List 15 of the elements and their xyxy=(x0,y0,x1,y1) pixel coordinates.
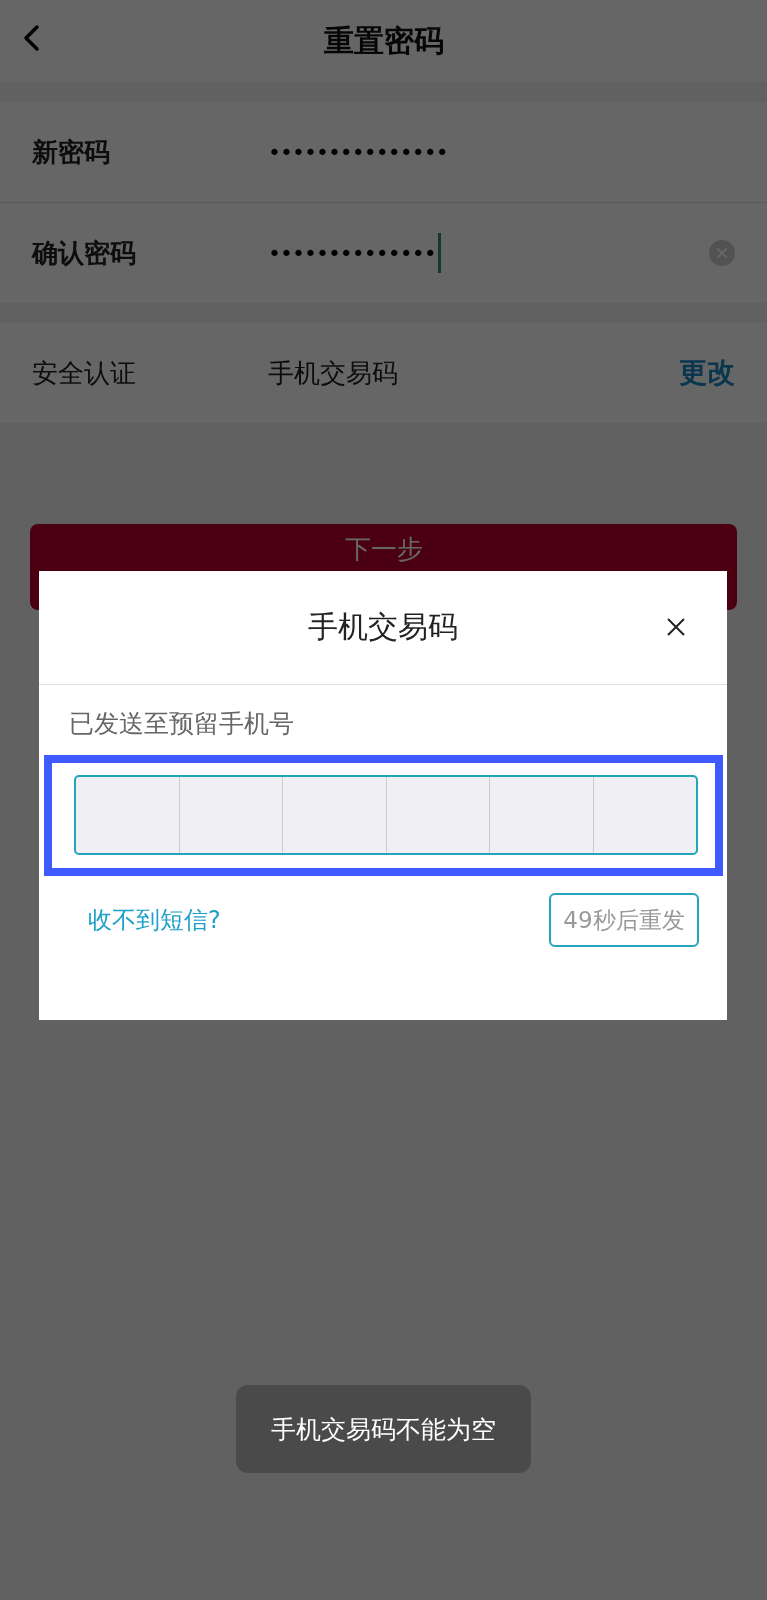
field-label: 确认密码 xyxy=(32,236,137,270)
toast-message: 手机交易码不能为空 xyxy=(236,1385,531,1473)
dialog-title: 手机交易码 xyxy=(308,608,458,646)
password-field[interactable]: •••••••••••••• xyxy=(268,228,709,278)
field-value: 手机交易码 xyxy=(268,356,399,390)
field-label: 安全认证 xyxy=(32,356,137,390)
help-link[interactable]: 收不到短信? xyxy=(88,904,221,936)
field-label: 新密码 xyxy=(32,135,111,169)
hint-text: 已发送至预留手机号 xyxy=(68,708,295,740)
password-field[interactable]: ••••••••••••••• xyxy=(268,127,735,177)
back-icon[interactable] xyxy=(22,24,40,52)
code-input[interactable] xyxy=(74,775,698,855)
page-title: 重置密码 xyxy=(323,21,444,60)
change-link[interactable]: 更改 xyxy=(679,354,735,392)
close-icon[interactable] xyxy=(667,618,685,636)
